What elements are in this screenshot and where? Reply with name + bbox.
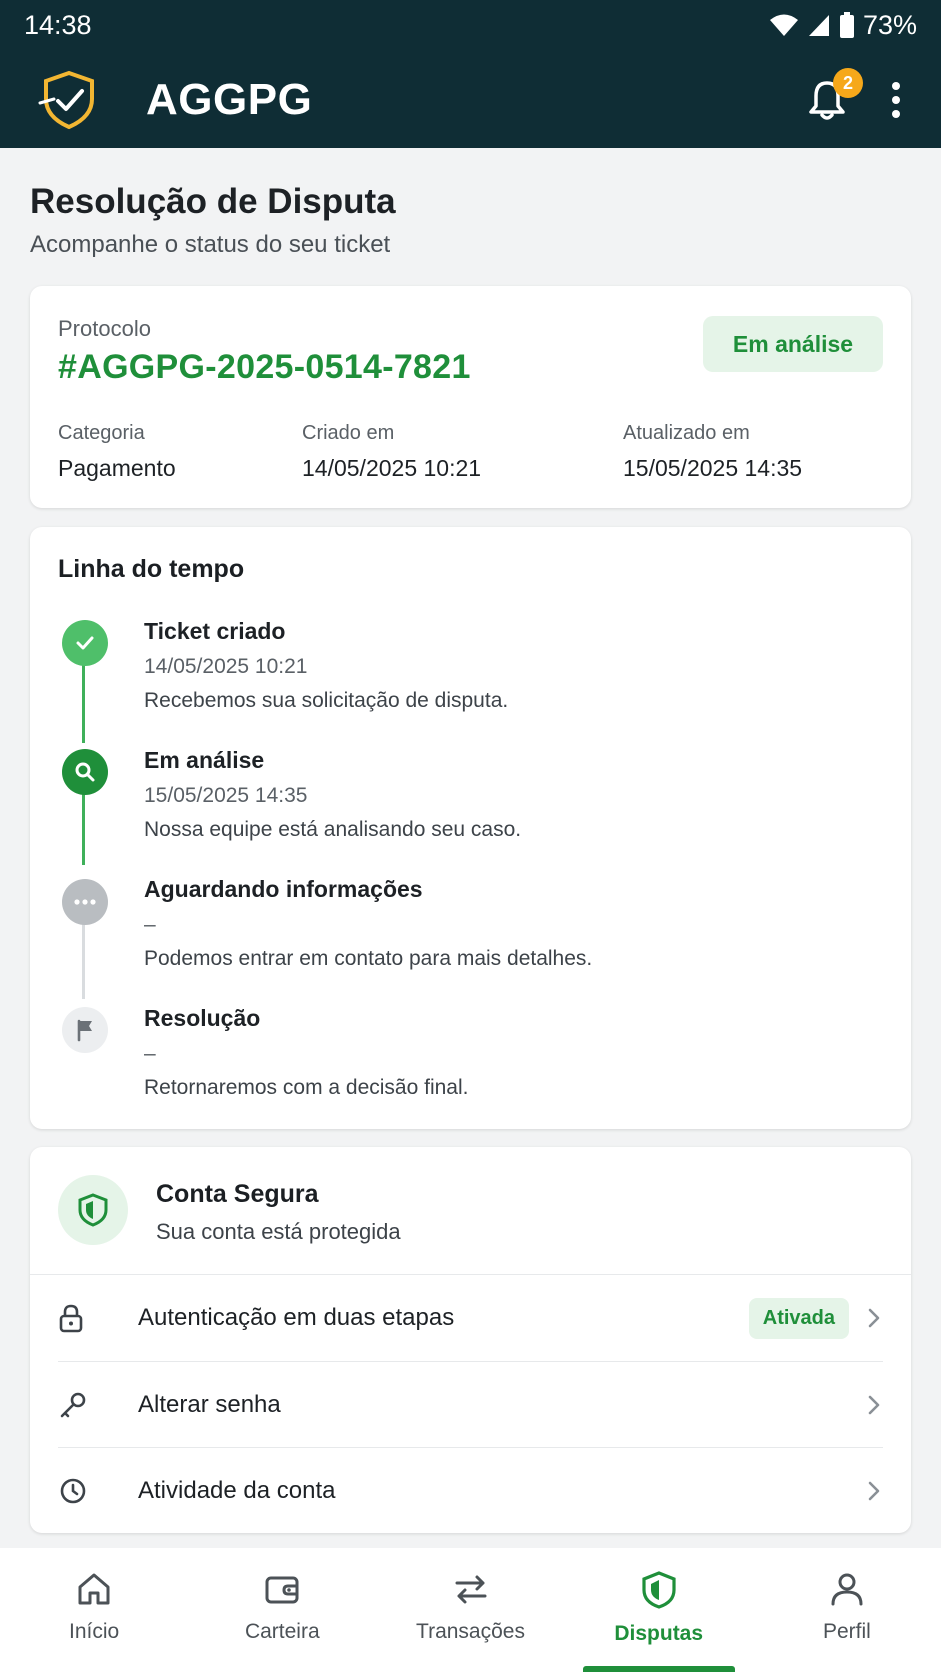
nav-label: Transações xyxy=(416,1620,525,1643)
timeline-step: Ticket criado 14/05/2025 10:21 Recebemos… xyxy=(144,618,508,713)
battery-percent: 73% xyxy=(862,9,917,40)
row-label: Atividade da conta xyxy=(138,1476,336,1504)
two-factor-row[interactable]: Autenticação em duas etapas Ativada xyxy=(58,1275,883,1361)
step-description: Nossa equipe está analisando seu caso. xyxy=(144,818,522,841)
meta-value: 14/05/2025 10:21 xyxy=(302,455,482,481)
meta-created: Criado em 14/05/2025 10:21 xyxy=(302,422,481,482)
active-indicator xyxy=(582,1666,735,1672)
change-password-row[interactable]: Alterar senha xyxy=(58,1361,883,1447)
security-subtitle: Sua conta está protegida xyxy=(156,1219,401,1244)
meta-label: Atualizado em xyxy=(623,422,750,444)
step-date: 15/05/2025 14:35 xyxy=(144,784,308,807)
chevron-right-icon xyxy=(868,1395,880,1414)
status-bar: 14:38 73% xyxy=(0,0,941,50)
battery-icon xyxy=(839,12,854,38)
step-date: – xyxy=(144,1042,156,1065)
step-date: – xyxy=(144,913,156,936)
account-activity-row[interactable]: Atividade da conta xyxy=(58,1447,883,1533)
nav-label: Perfil xyxy=(822,1620,871,1643)
nav-label: Início xyxy=(69,1620,120,1643)
bottom-navigation: Início Carteira Transações Disputas Perf… xyxy=(0,1548,941,1672)
security-title: Conta Segura xyxy=(156,1180,319,1208)
nav-item-profile[interactable]: Perfil xyxy=(753,1548,941,1672)
status-badge: Ativada xyxy=(748,1297,849,1339)
signal-icon xyxy=(808,15,829,36)
check-icon xyxy=(76,636,94,650)
more-horiz-icon xyxy=(74,899,96,905)
chevron-right-icon xyxy=(868,1308,880,1328)
lock-icon xyxy=(59,1304,83,1333)
meta-value: Pagamento xyxy=(58,455,176,481)
timeline-card: Linha do tempo Ticket criado 14/05/2025 … xyxy=(30,527,911,1129)
search-icon xyxy=(75,762,95,782)
app-bar: AGGPG 2 xyxy=(0,60,941,140)
more-vert-icon[interactable] xyxy=(889,82,903,118)
nav-item-transactions[interactable]: Transações xyxy=(376,1548,564,1672)
step-date: 14/05/2025 10:21 xyxy=(144,655,308,678)
person-icon xyxy=(831,1573,863,1606)
row-label: Autenticação em duas etapas xyxy=(138,1304,455,1331)
chevron-right-icon xyxy=(868,1481,880,1500)
step-title: Em análise xyxy=(144,747,265,773)
status-time: 14:38 xyxy=(24,9,92,40)
meta-updated: Atualizado em 15/05/2025 14:35 xyxy=(623,422,802,482)
notification-badge: 2 xyxy=(833,68,863,98)
nav-item-disputes[interactable]: Disputas xyxy=(565,1548,753,1672)
nav-item-wallet[interactable]: Carteira xyxy=(188,1548,376,1672)
nav-label: Carteira xyxy=(244,1620,320,1643)
nav-item-home[interactable]: Início xyxy=(0,1548,188,1672)
wallet-icon xyxy=(265,1576,299,1604)
protocol-label: Protocolo xyxy=(58,316,151,341)
protocol-number: #AGGPG-2025-0514-7821 xyxy=(58,348,471,386)
page-title: Resolução de Disputa xyxy=(30,182,396,221)
page-subtitle: Acompanhe o status do seu ticket xyxy=(30,231,391,258)
meta-label: Categoria xyxy=(58,422,145,444)
step-title: Ticket criado xyxy=(144,618,286,644)
timeline-title: Linha do tempo xyxy=(58,555,245,583)
timeline-step: Aguardando informações – Podemos entrar … xyxy=(144,876,592,971)
timeline-step-pending xyxy=(62,1007,108,1053)
app-title: AGGPG xyxy=(146,75,313,124)
timeline-step-done xyxy=(62,620,108,666)
key-icon xyxy=(60,1392,86,1417)
timeline-step: Resolução – Retornaremos com a decisão f… xyxy=(144,1005,469,1100)
shield-icon xyxy=(642,1571,676,1609)
home-icon xyxy=(78,1573,110,1605)
step-title: Aguardando informações xyxy=(144,876,423,902)
step-title: Resolução xyxy=(144,1005,261,1031)
protocol-card: Protocolo #AGGPG-2025-0514-7821 Em análi… xyxy=(30,286,911,508)
step-description: Podemos entrar em contato para mais deta… xyxy=(144,947,593,970)
flag-icon xyxy=(77,1019,92,1042)
status-icons: 73% xyxy=(769,10,917,41)
row-label: Alterar senha xyxy=(138,1390,281,1418)
nav-label: Disputas xyxy=(614,1622,704,1645)
timeline-step-current xyxy=(62,749,108,795)
shield-logo-icon xyxy=(38,70,94,130)
meta-label: Criado em xyxy=(302,422,395,444)
history-icon xyxy=(60,1478,86,1503)
notifications-button[interactable]: 2 xyxy=(805,68,863,122)
meta-value: 15/05/2025 14:35 xyxy=(623,455,803,481)
timeline-step: Em análise 15/05/2025 14:35 Nossa equipe… xyxy=(144,747,521,842)
shield-icon xyxy=(78,1193,108,1227)
step-description: Recebemos sua solicitação de disputa. xyxy=(144,689,509,712)
security-card: Conta Segura Sua conta está protegida Au… xyxy=(30,1147,911,1533)
status-badge: Em análise xyxy=(703,316,883,372)
app-header: 14:38 73% AGGPG 2 xyxy=(0,0,941,148)
timeline-step-pending xyxy=(62,879,108,925)
meta-category: Categoria Pagamento xyxy=(58,422,176,482)
wifi-icon xyxy=(769,14,798,36)
step-description: Retornaremos com a decisão final. xyxy=(144,1076,469,1099)
transfer-icon xyxy=(455,1575,486,1604)
security-shield xyxy=(58,1175,128,1245)
